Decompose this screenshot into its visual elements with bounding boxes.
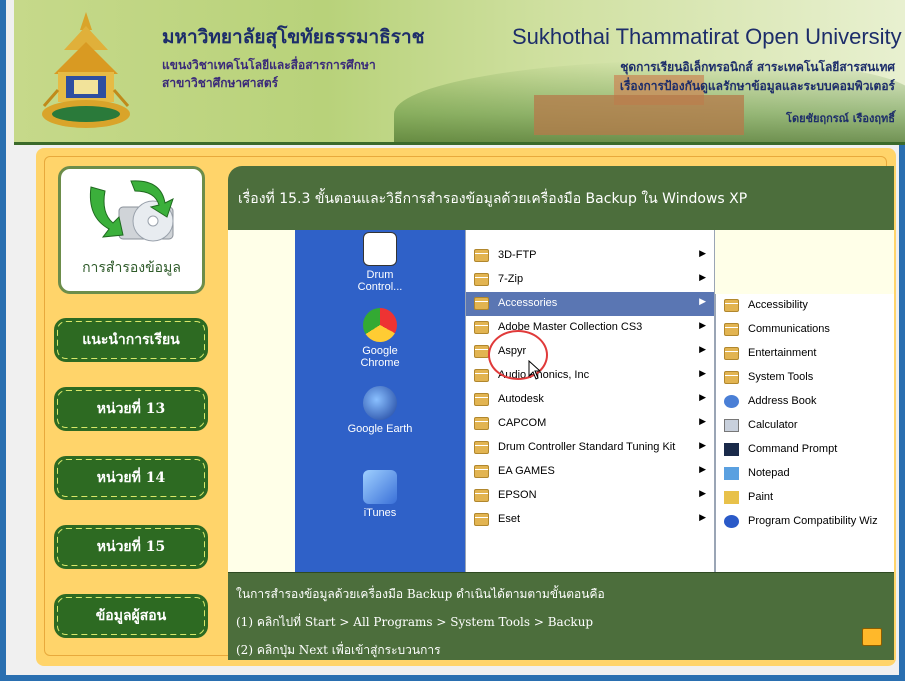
author-name: โดยชัยฤกรณ์ เรืองฤทธิ์ <box>786 112 895 125</box>
folder-icon <box>474 489 489 502</box>
submenu-arrow-icon: ▶ <box>699 368 706 378</box>
google-earth-icon <box>363 386 397 420</box>
lesson-title: เรื่องที่ 15.3 ขั้นตอนและวิธีการสำรองข้อ… <box>238 191 748 207</box>
submenu-arrow-icon: ▶ <box>699 464 706 474</box>
desktop-item-label: Drum Control... <box>357 269 403 293</box>
folder-icon <box>724 347 739 360</box>
menu-item-7-zip[interactable]: 7-Zip ▶ <box>466 268 714 292</box>
folder-icon <box>474 369 489 382</box>
address-book-icon <box>724 395 739 408</box>
submenu-arrow-icon: ▶ <box>699 344 706 354</box>
folder-icon <box>724 299 739 312</box>
course-series: ชุดการเรียนอิเล็กทรอนิกส์ สาระเทคโนโลยีส… <box>620 60 895 74</box>
desktop-item-itunes: iTunes <box>340 470 420 519</box>
submenu-arrow-icon: ▶ <box>699 272 706 282</box>
folder-icon <box>474 513 489 526</box>
menu-item-notepad[interactable]: Notepad <box>716 462 894 486</box>
header-building <box>534 95 744 135</box>
instruction-step-1: (1) คลิกไปที่ Start > All Programs > Sys… <box>236 615 594 629</box>
lesson-panel: เรื่องที่ 15.3 ขั้นตอนและวิธีการสำรองข้อ… <box>228 166 894 660</box>
menu-item-autodesk[interactable]: Autodesk ▶ <box>466 388 714 412</box>
desktop-item-label: iTunes <box>363 507 397 519</box>
nav-instructor-info-label: ข้อมูลผู้สอน <box>95 608 167 624</box>
instruction-intro: ในการสำรองข้อมูลด้วยเครื่องมือ Backup ดำ… <box>236 587 605 601</box>
menu-item-capcom[interactable]: CAPCOM ▶ <box>466 412 714 436</box>
folder-icon <box>474 465 489 478</box>
backup-icon <box>89 180 174 242</box>
desktop-item-label: Google Earth <box>347 423 413 435</box>
menu-item-address-book[interactable]: Address Book <box>716 390 894 414</box>
menu-item-entertainment[interactable]: Entertainment <box>716 342 894 366</box>
submenu-arrow-icon: ▶ <box>699 320 706 330</box>
nav-unit-14-button[interactable]: หน่วยที่ 14 <box>54 456 208 500</box>
folder-icon <box>474 393 489 406</box>
menu-item-epson[interactable]: EPSON ▶ <box>466 484 714 508</box>
speaker-icon[interactable] <box>862 628 882 646</box>
folder-icon <box>474 249 489 262</box>
menu-item-eset[interactable]: Eset ▶ <box>466 508 714 532</box>
menu-item-accessories[interactable]: Accessories ▶ <box>466 292 714 316</box>
drum-control-icon <box>363 232 397 266</box>
page-frame: มหาวิทยาลัยสุโขทัยธรรมาธิราช แขนงวิชาเทค… <box>0 0 905 681</box>
notepad-icon <box>724 467 739 480</box>
nav-unit-15-label: หน่วยที่ 15 <box>96 539 166 555</box>
nav-unit-14-label: หน่วยที่ 14 <box>96 470 166 486</box>
command-prompt-icon <box>724 443 739 456</box>
desktop-item-google-earth: Google Earth <box>340 386 420 435</box>
menu-item-paint[interactable]: Paint <box>716 486 894 510</box>
submenu-arrow-icon: ▶ <box>699 488 706 498</box>
itunes-icon <box>363 470 397 504</box>
folder-icon <box>474 345 489 358</box>
menu-item-system-tools[interactable]: System Tools <box>716 366 894 390</box>
desktop-item-google-chrome: Google Chrome <box>340 308 420 369</box>
folder-icon <box>474 441 489 454</box>
nav-unit-15-button[interactable]: หน่วยที่ 15 <box>54 525 208 569</box>
university-name-english: Sukhothai Thammatirat Open University <box>512 24 902 49</box>
menu-item-drum-controller[interactable]: Drum Controller Standard Tuning Kit ▶ <box>466 436 714 460</box>
nav-instructor-info-button[interactable]: ข้อมูลผู้สอน <box>54 594 208 638</box>
nav-introduction-button[interactable]: แนะนำการเรียน <box>54 318 208 362</box>
folder-icon <box>724 323 739 336</box>
menu-item-calculator[interactable]: Calculator <box>716 414 894 438</box>
folder-icon <box>474 321 489 334</box>
backup-home-button[interactable]: การสำรองข้อมูล <box>58 166 205 294</box>
backup-home-label: การสำรองข้อมูล <box>82 260 181 276</box>
department-name: แขนงวิชาเทคโนโลยีและสื่อสารการศึกษา <box>162 58 376 72</box>
chrome-icon <box>363 308 397 342</box>
menu-item-ea-games[interactable]: EA GAMES ▶ <box>466 460 714 484</box>
calculator-icon <box>724 419 739 432</box>
desktop-item-label: Google Chrome <box>360 345 400 369</box>
nav-unit-13-label: หน่วยที่ 13 <box>96 401 166 417</box>
faculty-name: สาขาวิชาศึกษาศาสตร์ <box>162 76 279 90</box>
university-name-thai: มหาวิทยาลัยสุโขทัยธรรมาธิราช <box>162 26 425 48</box>
menu-item-communications[interactable]: Communications <box>716 318 894 342</box>
submenu-arrow-icon: ▶ <box>699 512 706 522</box>
lesson-title-bar: เรื่องที่ 15.3 ขั้นตอนและวิธีการสำรองข้อ… <box>228 166 894 230</box>
menu-item-accessibility[interactable]: Accessibility <box>716 294 894 318</box>
instruction-panel: ในการสำรองข้อมูลด้วยเครื่องมือ Backup ดำ… <box>228 572 894 660</box>
menu-item-command-prompt[interactable]: Command Prompt <box>716 438 894 462</box>
paint-icon <box>724 491 739 504</box>
nav-introduction-label: แนะนำการเรียน <box>82 332 180 348</box>
submenu-arrow-icon: ▶ <box>699 296 706 306</box>
instruction-step-2: (2) คลิกปุ่ม Next เพื่อเข้าสู่กระบวนการ <box>236 643 441 657</box>
submenu-arrow-icon: ▶ <box>699 416 706 426</box>
university-emblem-icon <box>42 12 130 128</box>
nav-unit-13-button[interactable]: หน่วยที่ 13 <box>54 387 208 431</box>
folder-icon <box>474 297 489 310</box>
folder-icon <box>724 371 739 384</box>
menu-item-program-compatibility[interactable]: Program Compatibility Wiz <box>716 510 894 534</box>
desktop-item-drum-control: Drum Control... <box>340 232 420 293</box>
mouse-cursor-icon <box>528 360 542 380</box>
submenu-arrow-icon: ▶ <box>699 440 706 450</box>
site-header: มหาวิทยาลัยสุโขทัยธรรมาธิราช แขนงวิชาเทค… <box>14 0 905 145</box>
menu-item-3d-ftp[interactable]: 3D-FTP ▶ <box>466 244 714 268</box>
course-topic: เรื่องการป้องกันดูแลรักษาข้อมูลและระบบคอ… <box>619 79 895 93</box>
help-icon <box>724 515 739 528</box>
submenu-arrow-icon: ▶ <box>699 248 706 258</box>
submenu-arrow-icon: ▶ <box>699 392 706 402</box>
folder-icon <box>474 417 489 430</box>
folder-icon <box>474 273 489 286</box>
